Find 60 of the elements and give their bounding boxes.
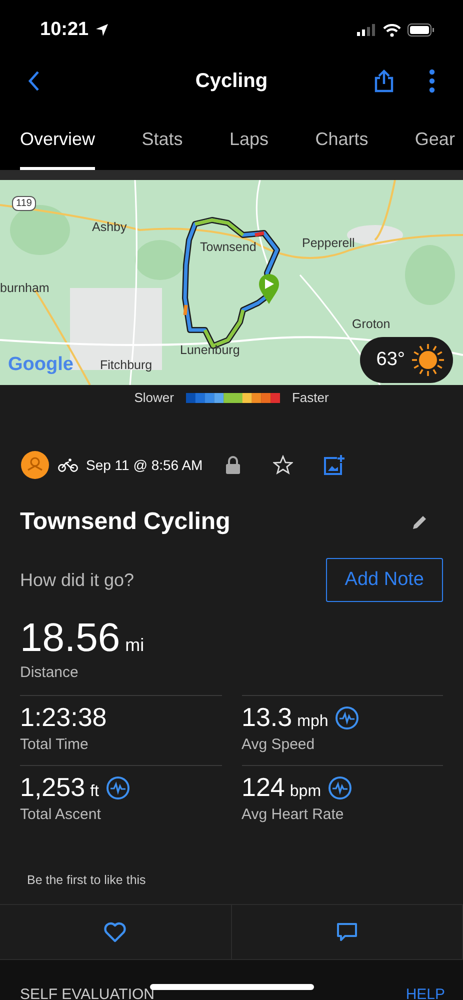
map-attribution-logo: Google [8,354,74,376]
tab[interactable]: Gear [414,112,455,170]
chart-link-icon[interactable] [106,776,130,800]
more-options-icon [429,69,435,93]
weather-badge[interactable]: 63° [360,337,453,383]
star-icon[interactable] [272,455,293,475]
stat-label: Avg Speed [242,736,316,753]
temperature-text: 63° [376,349,405,371]
distance-unit: mi [125,635,144,656]
stat-unit: mph [297,713,328,731]
tab[interactable]: Charts [315,112,368,170]
feedback-prompt: How did it go? [20,570,134,590]
legend-faster-label: Faster [292,390,329,405]
stat-unit: bpm [290,783,322,801]
stat-value: 1,253 [20,772,86,803]
lock-icon[interactable] [224,455,241,475]
tab[interactable]: Stats [142,112,183,170]
back-chevron-icon [28,70,40,92]
tab[interactable]: Laps [229,112,268,170]
section-title: SELF EVALUATION [20,986,154,1000]
stat-value: 124 [242,772,285,803]
location-arrow-icon [94,23,109,37]
stat-value: 1:23:38 [20,702,107,733]
signal-icon [357,24,377,36]
heart-icon [103,921,128,943]
likes-text: Be the first to like this [27,873,147,887]
add-photo-icon[interactable] [322,454,345,476]
stat-value: 13.3 [242,702,292,733]
screen-title: Cycling [195,70,268,92]
stat-label: Total Ascent [20,806,102,823]
chart-link-icon[interactable] [328,776,352,800]
map-place-label: burnham [0,281,50,295]
chart-link-icon[interactable] [335,706,360,730]
sun-icon [411,343,445,377]
add-note-button[interactable]: Add Note [326,558,443,602]
activity-badge-icon [20,450,50,480]
legend-slower-label: Slower [134,390,174,405]
stat-label: Avg Heart Rate [242,806,345,823]
edit-icon[interactable] [411,513,429,531]
map-place-label: Lunenburg [180,343,240,357]
map-place-label: Pepperell [302,236,355,250]
distance-label: Distance [20,664,80,681]
map-background[interactable]: 119 Ashby Townsend Pepperell burnham Groton Lunenburg Google Fitchburg 63° [0,180,463,385]
map-place-label: Ashby [92,220,127,234]
activity-date: Sep 11 @ 8:56 AM [86,457,203,473]
wifi-icon [383,24,401,36]
bicycle-icon [58,458,78,472]
share-icon [373,69,395,93]
status-time: 10:21 [40,19,89,41]
map-place-label: Groton [352,317,390,331]
comment-icon [336,921,358,943]
activity-name: Townsend Cycling [20,508,230,536]
map-place-label: Fitchburg [100,358,152,372]
distance-value: 18.56 [20,616,120,661]
battery-icon [407,23,435,37]
route-shield: 119 [12,196,36,211]
help-link[interactable]: HELP [406,986,445,1000]
stat-unit: ft [90,783,99,801]
stat-label: Total Time [20,736,90,753]
map-place-label: Townsend [200,240,256,254]
